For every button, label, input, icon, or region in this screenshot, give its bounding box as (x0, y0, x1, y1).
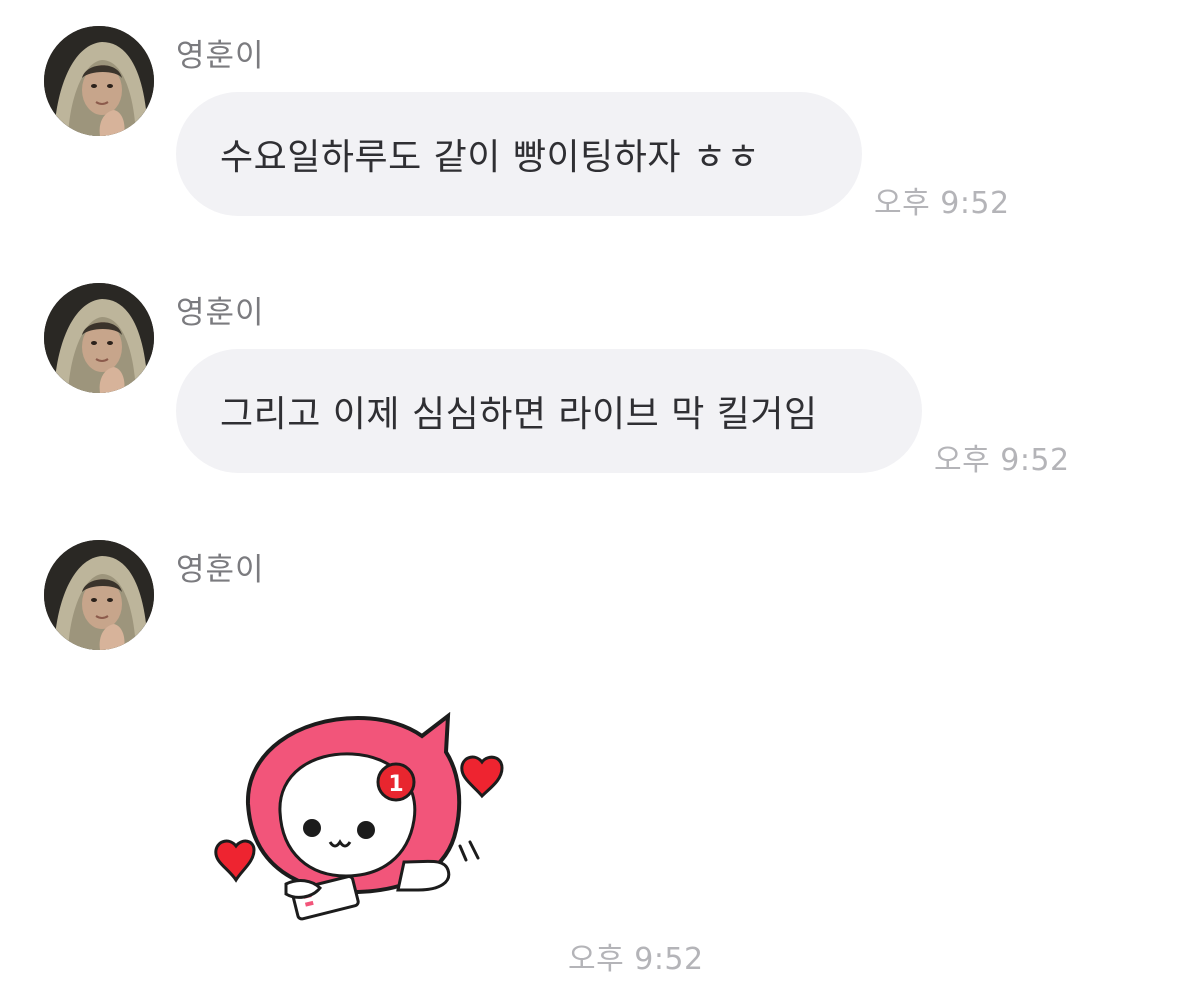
avatar[interactable] (44, 540, 154, 650)
pink-character-sticker-icon: 1 (214, 711, 504, 921)
message-bubble[interactable]: 수요일하루도 같이 빵이팅하자 ㅎㅎ (176, 92, 862, 216)
sender-name: 영훈이 (176, 552, 265, 588)
avatar-photo-icon (44, 283, 154, 393)
message-text: 그리고 이제 심심하면 라이브 막 킬거임 (220, 394, 818, 435)
heart-icon (214, 839, 256, 883)
message-time: 오후 9:52 (934, 443, 1070, 478)
sticker[interactable]: 1 (208, 711, 518, 922)
message-text: 수요일하루도 같이 빵이팅하자 ㅎㅎ (220, 137, 761, 178)
sticker-badge-text: 1 (388, 772, 403, 797)
avatar-photo-icon (44, 26, 154, 136)
sender-name: 영훈이 (176, 38, 265, 74)
message-time: 오후 9:52 (874, 186, 1010, 221)
sender-name: 영훈이 (176, 295, 265, 331)
avatar[interactable] (44, 283, 154, 393)
message-time: 오후 9:52 (568, 942, 704, 977)
avatar[interactable] (44, 26, 154, 136)
message-bubble[interactable]: 그리고 이제 심심하면 라이브 막 킬거임 (176, 349, 922, 473)
heart-icon (460, 755, 504, 799)
avatar-photo-icon (44, 540, 154, 650)
